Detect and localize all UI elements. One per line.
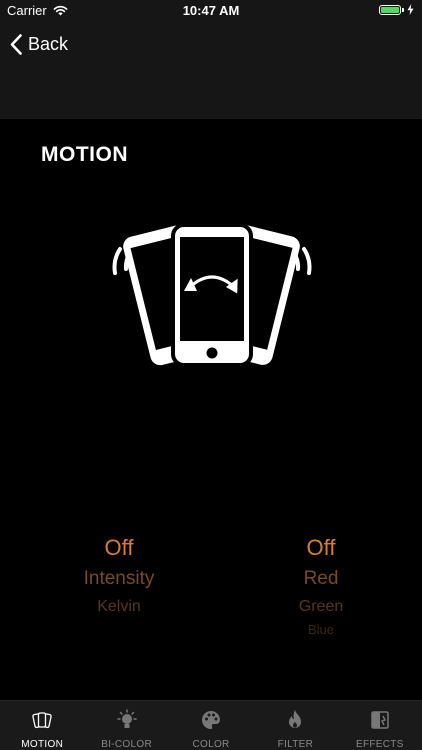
picker-option[interactable]: Kelvin bbox=[44, 594, 194, 620]
intensity-picker[interactable]: Off Intensity Kelvin bbox=[44, 532, 194, 620]
battery-fill bbox=[381, 6, 399, 13]
battery-indicator bbox=[379, 4, 414, 15]
picker-option[interactable]: Blue bbox=[246, 620, 396, 640]
picker-option-selected[interactable]: Off bbox=[44, 532, 194, 564]
tab-label: MOTION bbox=[21, 739, 64, 750]
bulb-icon bbox=[116, 709, 138, 731]
tab-label: EFFECTS bbox=[355, 739, 404, 750]
picker-option-selected[interactable]: Off bbox=[246, 532, 396, 564]
tab-effects[interactable]: EFFECTS bbox=[338, 701, 422, 750]
tab-label: COLOR bbox=[192, 739, 230, 750]
tab-bi-color[interactable]: BI-COLOR bbox=[84, 701, 168, 750]
battery-icon bbox=[379, 4, 404, 15]
tab-bar: MOTION BI-COLOR COLOR FILTER EFFECTS bbox=[0, 700, 422, 750]
tab-filter[interactable]: FILTER bbox=[253, 701, 337, 750]
navigation-bar: Back bbox=[0, 22, 422, 119]
motion-phones-illustration bbox=[112, 223, 312, 367]
charging-bolt-icon bbox=[407, 4, 414, 15]
back-button[interactable]: Back bbox=[10, 32, 68, 56]
picker-option[interactable]: Intensity bbox=[44, 564, 194, 594]
picker-option[interactable]: Red bbox=[246, 564, 396, 594]
flame-icon bbox=[284, 709, 306, 731]
palette-icon bbox=[200, 709, 222, 731]
effects-icon bbox=[369, 709, 391, 731]
tab-label: FILTER bbox=[277, 739, 314, 750]
tab-color[interactable]: COLOR bbox=[169, 701, 253, 750]
back-label: Back bbox=[28, 33, 69, 54]
chevron-left-icon bbox=[10, 33, 22, 55]
status-bar: Carrier 10:47 AM bbox=[0, 0, 422, 22]
page-title: MOTION bbox=[41, 143, 128, 166]
tab-motion[interactable]: MOTION bbox=[0, 701, 84, 750]
status-time: 10:47 AM bbox=[182, 3, 240, 18]
picker-option[interactable]: Green bbox=[246, 594, 396, 620]
main-content: MOTION Off Intensity Kelvin Off Red Gree… bbox=[0, 119, 422, 700]
tab-label: BI-COLOR bbox=[101, 739, 152, 750]
color-channel-picker[interactable]: Off Red Green Blue bbox=[246, 532, 396, 640]
motion-phones-icon bbox=[31, 709, 53, 731]
